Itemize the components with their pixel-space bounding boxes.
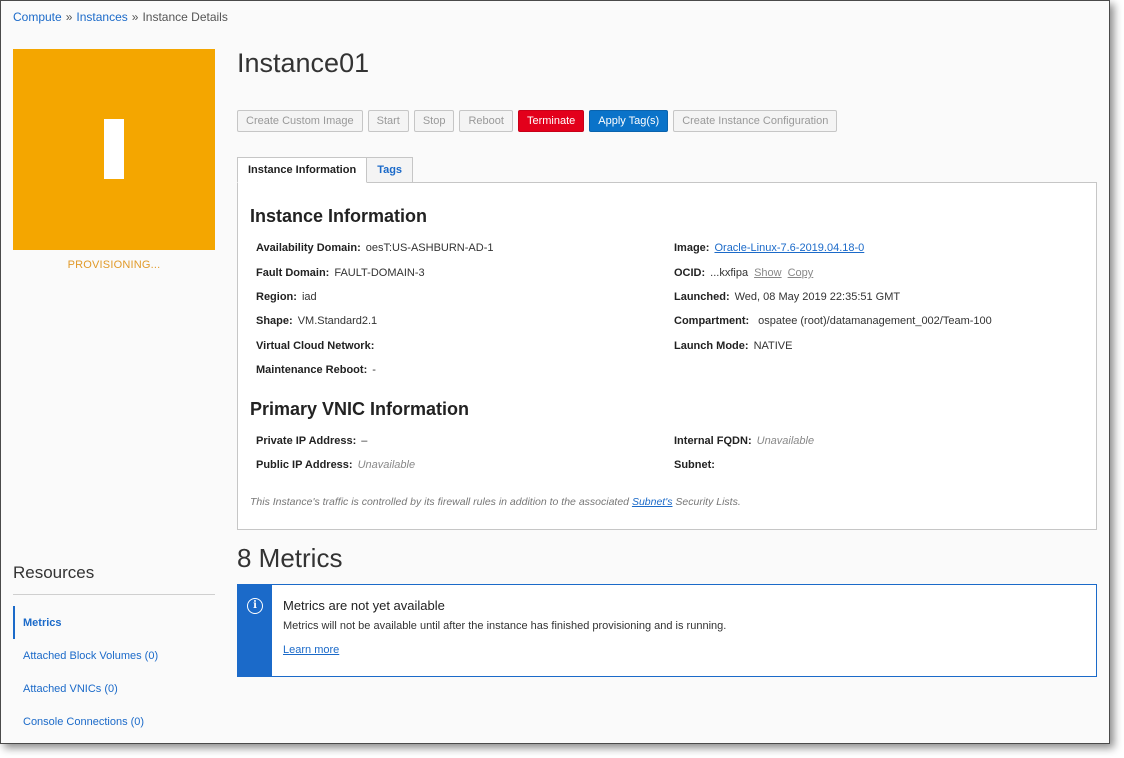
terminate-button[interactable]: Terminate — [517, 110, 585, 132]
resources-title: Resources — [13, 563, 95, 582]
maintenance-reboot-label: Maintenance Reboot: — [256, 364, 368, 376]
launch-mode-label: Launch Mode: — [674, 340, 749, 352]
image-label: Image: — [674, 242, 710, 254]
launched-field: Launched: Wed, 08 May 2019 22:35:51 GMT — [674, 291, 900, 303]
status-label: PROVISIONING... — [67, 259, 161, 271]
learn-more-link[interactable]: Learn more — [283, 644, 339, 656]
fault-domain-field: Fault Domain: FAULT-DOMAIN-3 — [256, 267, 425, 279]
vcn-label: Virtual Cloud Network: — [256, 340, 375, 352]
ocid-show-link[interactable]: Show — [754, 267, 782, 279]
maintenance-reboot-field: Maintenance Reboot: - — [256, 364, 376, 376]
start-button[interactable]: Start — [367, 110, 409, 132]
apply-tags-button[interactable]: Apply Tag(s) — [589, 110, 669, 132]
vcn-field: Virtual Cloud Network: — [256, 340, 379, 352]
create-instance-configuration-button[interactable]: Create Instance Configuration — [673, 110, 838, 132]
subnet-link[interactable]: Subnet's — [632, 496, 673, 508]
vnic-info-heading: Primary VNIC Information — [250, 399, 470, 419]
shape-value: VM.Standard2.1 — [297, 315, 378, 327]
reboot-button[interactable]: Reboot — [459, 110, 513, 132]
private-ip-label: Private IP Address: — [256, 435, 357, 447]
firewall-note: This Instance's traffic is controlled by… — [250, 496, 741, 508]
breadcrumb-current: Instance Details — [142, 10, 228, 24]
private-ip-field: Private IP Address: – — [256, 435, 367, 447]
firewall-note-prefix: This Instance's traffic is controlled by… — [250, 496, 632, 508]
compartment-field: Compartment: ospatee (root)/datamanagemen… — [674, 315, 992, 327]
stop-button[interactable]: Stop — [413, 110, 455, 132]
ocid-label: OCID: — [674, 267, 706, 279]
compartment-label: Compartment: — [674, 315, 750, 327]
image-link[interactable]: Oracle-Linux-7.6-2019.04.18-0 — [714, 242, 864, 254]
maintenance-reboot-value: - — [372, 364, 376, 376]
tab-instance-information[interactable]: Instance Information — [237, 157, 368, 183]
region-label: Region: — [256, 291, 297, 303]
metrics-alert: i Metrics are not yet available Metrics … — [237, 584, 1097, 677]
instance-info-heading: Instance Information — [250, 206, 428, 226]
resources-item-block-volumes[interactable]: Attached Block Volumes (0) — [13, 639, 215, 672]
shape-label: Shape: — [256, 315, 293, 327]
public-ip-value: Unavailable — [357, 459, 416, 471]
resources-item-vnics[interactable]: Attached VNICs (0) — [13, 672, 215, 705]
launched-value: Wed, 08 May 2019 22:35:51 GMT — [734, 291, 901, 303]
ocid-copy-link[interactable]: Copy — [788, 267, 814, 279]
fault-domain-label: Fault Domain: — [256, 267, 330, 279]
alert-body: Metrics will not be available until afte… — [283, 620, 727, 632]
breadcrumb-instances[interactable]: Instances — [76, 10, 127, 24]
breadcrumb-compute[interactable]: Compute — [13, 10, 62, 24]
availability-domain-value: oesT:US-ASHBURN-AD-1 — [365, 242, 494, 254]
ocid-value: ...kxfipa — [710, 267, 749, 279]
compartment-value: ospatee (root)/datamanagement_002/Team-1… — [758, 315, 992, 327]
public-ip-field: Public IP Address: Unavailable — [256, 459, 415, 471]
breadcrumb-separator: » — [131, 10, 139, 24]
resources-item-metrics[interactable]: Metrics — [13, 606, 215, 639]
private-ip-value: – — [361, 435, 368, 447]
metrics-title: 8 Metrics — [237, 543, 343, 573]
resources-divider — [13, 594, 215, 595]
breadcrumb-separator: » — [65, 10, 73, 24]
region-value: iad — [301, 291, 317, 303]
breadcrumb: Compute» Instances» Instance Details — [13, 10, 228, 24]
region-field: Region: iad — [256, 291, 317, 303]
info-icon: i — [247, 598, 263, 614]
firewall-note-suffix: Security Lists. — [672, 496, 741, 508]
instance-info-panel: Instance Information Availability Domain… — [237, 182, 1097, 530]
instance-avatar-glyph — [104, 119, 124, 179]
shape-field: Shape: VM.Standard2.1 — [256, 315, 377, 327]
internal-fqdn-value: Unavailable — [756, 435, 815, 447]
internal-fqdn-label: Internal FQDN: — [674, 435, 752, 447]
subnet-field: Subnet: — [674, 459, 720, 471]
page-title: Instance01 — [237, 48, 370, 78]
tab-tags[interactable]: Tags — [367, 157, 414, 183]
resources-nav: Metrics Attached Block Volumes (0) Attac… — [13, 606, 215, 738]
instance-avatar — [13, 49, 215, 250]
alert-title: Metrics are not yet available — [283, 598, 445, 613]
availability-domain-field: Availability Domain: oesT:US-ASHBURN-AD-1 — [256, 242, 493, 254]
launch-mode-field: Launch Mode: NATIVE — [674, 340, 792, 352]
window-frame: Compute» Instances» Instance Details PROVI… — [0, 0, 1110, 744]
fault-domain-value: FAULT-DOMAIN-3 — [334, 267, 425, 279]
launched-label: Launched: — [674, 291, 730, 303]
image-field: Image: Oracle-Linux-7.6-2019.04.18-0 — [674, 242, 864, 254]
subnet-label: Subnet: — [674, 459, 715, 471]
launch-mode-value: NATIVE — [753, 340, 793, 352]
availability-domain-label: Availability Domain: — [256, 242, 361, 254]
action-toolbar: Create Custom Image Start Stop Reboot Te… — [237, 110, 838, 132]
resources-item-console-connections[interactable]: Console Connections (0) — [13, 705, 215, 738]
alert-bar: i — [238, 585, 272, 676]
public-ip-label: Public IP Address: — [256, 459, 353, 471]
create-custom-image-button[interactable]: Create Custom Image — [237, 110, 363, 132]
ocid-field: OCID: ...kxfipa Show Copy — [674, 267, 813, 279]
detail-tabs: Instance Information Tags — [237, 157, 414, 183]
internal-fqdn-field: Internal FQDN: Unavailable — [674, 435, 814, 447]
